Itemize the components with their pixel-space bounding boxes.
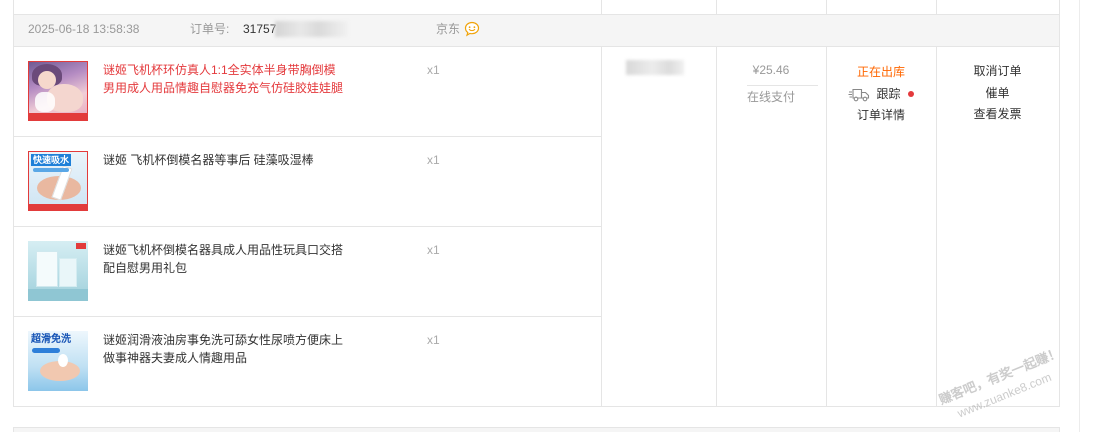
tracking-label[interactable]: 跟踪: [876, 85, 900, 103]
cancel-order-button[interactable]: 取消订单: [936, 62, 1059, 80]
product-image[interactable]: [28, 241, 88, 301]
product-photo-banner: [29, 113, 87, 120]
view-invoice-button[interactable]: 查看发票: [936, 105, 1059, 123]
item-quantity: x1: [427, 153, 440, 167]
chat-icon-graphic: [464, 21, 480, 37]
order-item-row: 超滑免洗 谜姬润滑液油房事免洗可舔女性尿喷方便床上 做事神器夫妻成人情趣用品 x…: [14, 317, 601, 406]
order-item-row: 谜姬飞机杯环仿真人1:1全实体半身带胸倒模 男用成人用品情趣自慰器免充气仿硅胶娃…: [14, 47, 601, 137]
column-divider: [936, 0, 937, 14]
product-title-line[interactable]: 配自慰男用礼包: [103, 259, 343, 277]
previous-order-row: [13, 0, 1060, 14]
payment-method: 在线支付: [746, 90, 795, 104]
column-divider: [601, 0, 602, 14]
product-title-line[interactable]: 谜姬润滑液油房事免洗可舔女性尿喷方便床上: [103, 331, 343, 349]
item-quantity: x1: [427, 333, 440, 347]
chat-icon[interactable]: [464, 21, 480, 37]
product-image[interactable]: 超滑免洗: [28, 331, 88, 391]
order-number: 31757: [243, 22, 277, 36]
column-divider: [826, 0, 827, 14]
product-title-link[interactable]: 谜姬润滑液油房事免洗可舔女性尿喷方便床上 做事神器夫妻成人情趣用品: [103, 331, 343, 367]
product-photo-art: [28, 289, 88, 301]
product-title-line[interactable]: 谜姬 飞机杯倒模名器等事后 硅藻吸湿棒: [103, 151, 314, 169]
status-column: 正在出库 跟踪 订单详情: [826, 47, 936, 406]
order-header: 2025-06-18 13:58:38 订单号: 31757 京东: [13, 14, 1060, 47]
product-title-link[interactable]: 谜姬 飞机杯倒模名器等事后 硅藻吸湿棒: [103, 151, 314, 169]
product-photo-art: [76, 243, 86, 249]
next-order-header: [13, 427, 1060, 432]
product-title-line[interactable]: 谜姬飞机杯倒模名器具成人用品性玩具口交搭: [103, 241, 343, 259]
product-image[interactable]: [28, 61, 88, 121]
order-item-row: 快速吸水 谜姬 飞机杯倒模名器等事后 硅藻吸湿棒 x1: [14, 137, 601, 227]
delivery-truck-icon[interactable]: [848, 87, 870, 102]
product-title-line[interactable]: 谜姬飞机杯环仿真人1:1全实体半身带胸倒模: [103, 61, 343, 79]
urge-order-button[interactable]: 催单: [936, 84, 1059, 102]
item-quantity: x1: [427, 63, 440, 77]
product-photo-art: [36, 251, 58, 287]
item-quantity: x1: [427, 243, 440, 257]
redacted-consignee: [626, 60, 684, 75]
product-title-link[interactable]: 谜姬飞机杯倒模名器具成人用品性玩具口交搭 配自慰男用礼包: [103, 241, 343, 277]
order-date: 2025-06-18 13:58:38: [28, 22, 140, 36]
column-divider: [716, 0, 717, 14]
order-amount: ¥25.46: [752, 63, 790, 77]
column-divider: [601, 47, 602, 406]
tracking-link[interactable]: 跟踪: [826, 85, 936, 103]
product-photo-banner: [29, 204, 87, 210]
product-photo-art: [32, 348, 60, 353]
product-title-link[interactable]: 谜姬飞机杯环仿真人1:1全实体半身带胸倒模 男用成人用品情趣自慰器免充气仿硅胶娃…: [103, 61, 343, 97]
scrollbar-track[interactable]: [1079, 0, 1095, 432]
product-title-line[interactable]: 做事神器夫妻成人情趣用品: [103, 349, 343, 367]
order-item-row: 谜姬飞机杯倒模名器具成人用品性玩具口交搭 配自慰男用礼包 x1: [14, 227, 601, 317]
product-photo-art: [58, 354, 68, 367]
product-photo-art: [59, 258, 77, 287]
product-photo-art: [33, 168, 69, 172]
product-photo-art: [35, 92, 55, 112]
order-status: 正在出库: [856, 65, 905, 79]
redacted-order-number: [275, 21, 348, 37]
order-number-label: 订单号:: [190, 22, 230, 36]
shop-link[interactable]: 京东: [436, 14, 460, 44]
product-image[interactable]: 快速吸水: [28, 151, 88, 211]
divider: [747, 85, 818, 86]
tracking-alert-dot: [907, 91, 914, 97]
actions-column: 取消订单 催单 查看发票: [936, 47, 1059, 406]
order-detail-link[interactable]: 订单详情: [826, 106, 936, 124]
payment-column: ¥25.46 在线支付: [716, 47, 826, 406]
product-image-caption: 快速吸水: [31, 154, 72, 166]
product-title-line[interactable]: 男用成人用品情趣自慰器免充气仿硅胶娃娃腿: [103, 79, 343, 97]
order-body: 谜姬飞机杯环仿真人1:1全实体半身带胸倒模 男用成人用品情趣自慰器免充气仿硅胶娃…: [13, 46, 1060, 407]
product-image-caption: 超滑免洗: [31, 334, 71, 345]
